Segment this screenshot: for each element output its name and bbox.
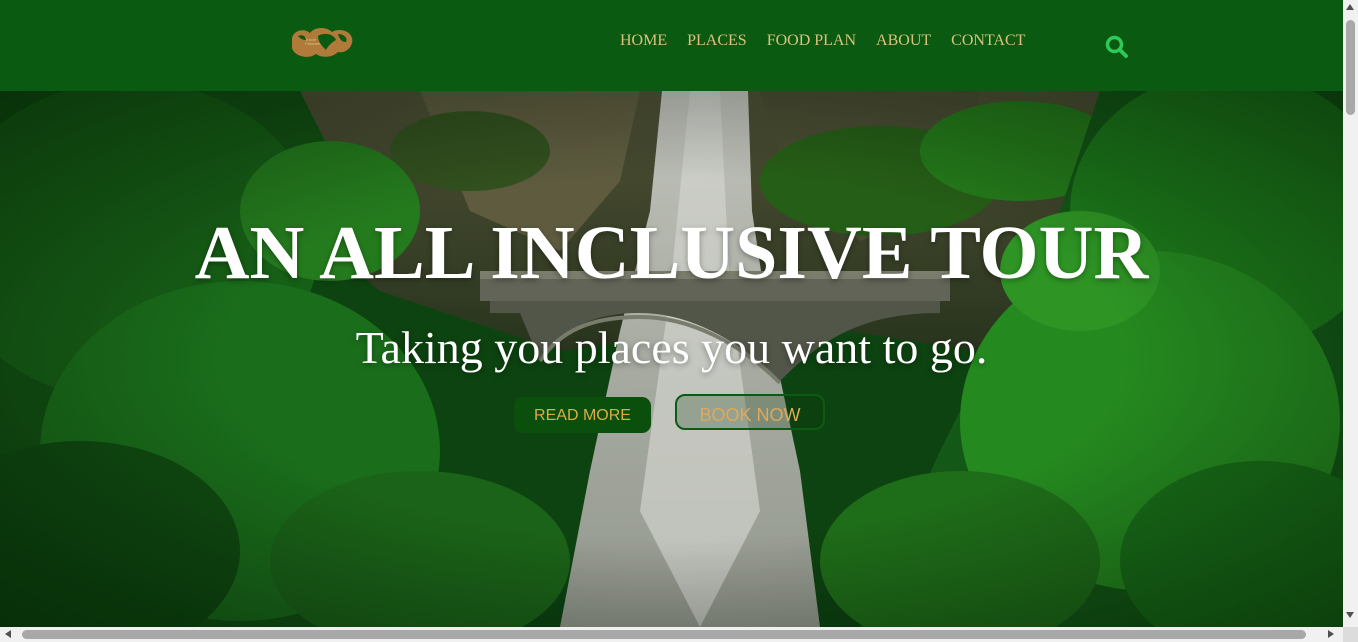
browser-viewport: Travel Pakistan HOME PLACES FOOD PLAN AB… — [0, 0, 1343, 627]
nav-food-plan[interactable]: FOOD PLAN — [767, 32, 856, 50]
site-header: Travel Pakistan HOME PLACES FOOD PLAN AB… — [0, 0, 1343, 91]
hero-title: AN ALL INCLUSIVE TOUR — [194, 211, 1149, 295]
nav-about[interactable]: ABOUT — [876, 32, 931, 50]
hero-subtitle: Taking you places you want to go. — [355, 322, 988, 373]
vertical-scrollbar[interactable] — [1343, 0, 1358, 627]
vertical-scroll-thumb[interactable] — [1346, 20, 1355, 115]
book-now-button[interactable]: BOOK NOW — [675, 394, 825, 430]
horizontal-scrollbar[interactable] — [0, 627, 1343, 642]
scroll-down-arrow-icon[interactable] — [1346, 612, 1354, 618]
scrollbar-corner — [1343, 627, 1358, 642]
nav-places[interactable]: PLACES — [687, 32, 747, 50]
scroll-up-arrow-icon[interactable] — [1346, 4, 1354, 10]
search-icon[interactable] — [1104, 34, 1130, 60]
scroll-left-arrow-icon[interactable] — [5, 630, 11, 638]
read-more-button[interactable]: READ MORE — [514, 397, 651, 433]
horizontal-scroll-thumb[interactable] — [22, 630, 1306, 639]
main-nav: HOME PLACES FOOD PLAN ABOUT CONTACT — [620, 32, 1045, 50]
nav-contact[interactable]: CONTACT — [951, 32, 1025, 50]
hero-section: AN ALL INCLUSIVE TOUR Taking you places … — [0, 91, 1343, 627]
logo-text: Travel Pakistan — [305, 37, 321, 46]
scroll-right-arrow-icon[interactable] — [1328, 630, 1334, 638]
nav-home[interactable]: HOME — [620, 32, 667, 50]
